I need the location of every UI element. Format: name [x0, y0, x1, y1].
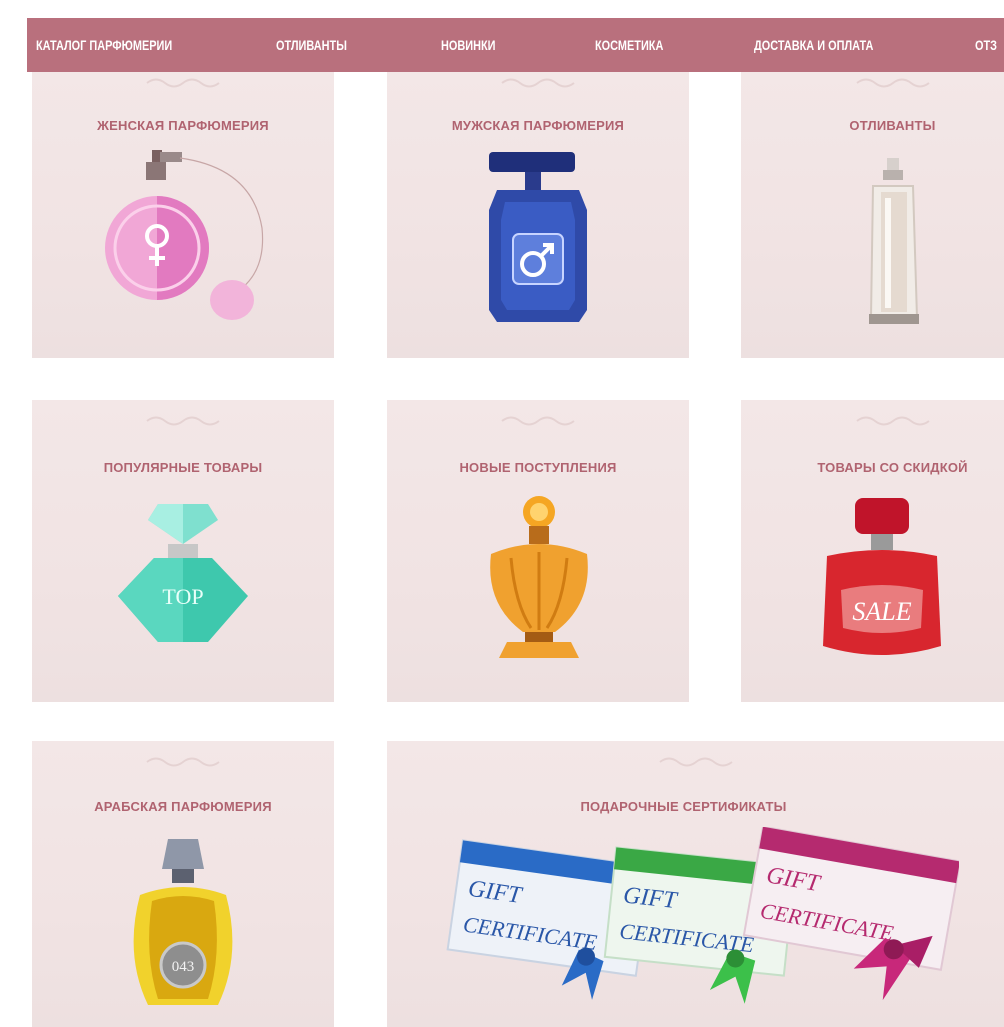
- new-perfume-icon: [490, 496, 588, 658]
- wave-ornament: [146, 78, 220, 88]
- wave-ornament: [855, 416, 930, 426]
- category-title: ПОПУЛЯРНЫЕ ТОВАРЫ: [103, 460, 263, 475]
- wave-ornament: [658, 757, 733, 767]
- wave-ornament: [146, 757, 220, 767]
- category-title: МУЖСКАЯ ПАРФЮМЕРИЯ: [451, 118, 625, 133]
- bottle-label-sale: SALE: [852, 597, 911, 626]
- nav-item-reviews[interactable]: ОТЗ: [975, 18, 997, 72]
- female-perfume-icon: [105, 150, 264, 320]
- popular-perfume-icon: TOP: [118, 504, 248, 642]
- category-card-new-arrivals[interactable]: НОВЫЕ ПОСТУПЛЕНИЯ: [387, 400, 689, 702]
- category-card-men[interactable]: МУЖСКАЯ ПАРФЮМЕРИЯ: [387, 72, 689, 358]
- category-card-women[interactable]: ЖЕНСКАЯ ПАРФЮМЕРИЯ: [32, 72, 334, 358]
- category-title: ОТЛИВАНТЫ: [849, 118, 936, 133]
- arabic-perfume-icon: 043: [133, 839, 233, 1005]
- category-card-decants[interactable]: ОТЛИВАНТЫ: [741, 72, 1004, 358]
- category-card-gift-certificates[interactable]: ПОДАРОЧНЫЕ СЕРТИФИКАТЫ GIFT CERTIFICATE …: [387, 741, 1004, 1027]
- wave-ornament: [146, 416, 220, 426]
- category-title: ПОДАРОЧНЫЕ СЕРТИФИКАТЫ: [580, 799, 787, 814]
- wave-ornament: [501, 78, 575, 88]
- nav-item-new[interactable]: НОВИНКИ: [441, 18, 496, 72]
- category-title: НОВЫЕ ПОСТУПЛЕНИЯ: [459, 460, 617, 475]
- top-nav: КАТАЛОГ ПАРФЮМЕРИИ ОТЛИВАНТЫ НОВИНКИ КОС…: [27, 18, 1004, 72]
- category-title: АРАБСКАЯ ПАРФЮМЕРИЯ: [94, 799, 272, 814]
- gift-certificate-magenta-icon: GIFT CERTIFICATE: [742, 827, 959, 1001]
- nav-item-delivery[interactable]: ДОСТАВКА И ОПЛАТА: [754, 18, 873, 72]
- category-title: ЖЕНСКАЯ ПАРФЮМЕРИЯ: [97, 118, 269, 133]
- decant-vial-icon: [869, 158, 919, 324]
- category-card-sale[interactable]: ТОВАРЫ СО СКИДКОЙ SALE: [741, 400, 1004, 702]
- wave-ornament: [501, 416, 575, 426]
- bottle-label-043: 043: [172, 959, 195, 975]
- category-title: ТОВАРЫ СО СКИДКОЙ: [817, 460, 968, 475]
- category-card-popular[interactable]: ПОПУЛЯРНЫЕ ТОВАРЫ TOP: [32, 400, 334, 702]
- sale-perfume-icon: SALE: [823, 498, 941, 655]
- wave-ornament: [855, 78, 930, 88]
- bottle-label-top: TOP: [162, 584, 203, 609]
- nav-item-cosmetics[interactable]: КОСМЕТИКА: [595, 18, 663, 72]
- nav-item-otlivanty[interactable]: ОТЛИВАНТЫ: [276, 18, 347, 72]
- male-perfume-icon: [489, 152, 587, 322]
- category-card-arabic[interactable]: АРАБСКАЯ ПАРФЮМЕРИЯ 043: [32, 741, 334, 1027]
- nav-item-catalog[interactable]: КАТАЛОГ ПАРФЮМЕРИИ: [36, 18, 172, 72]
